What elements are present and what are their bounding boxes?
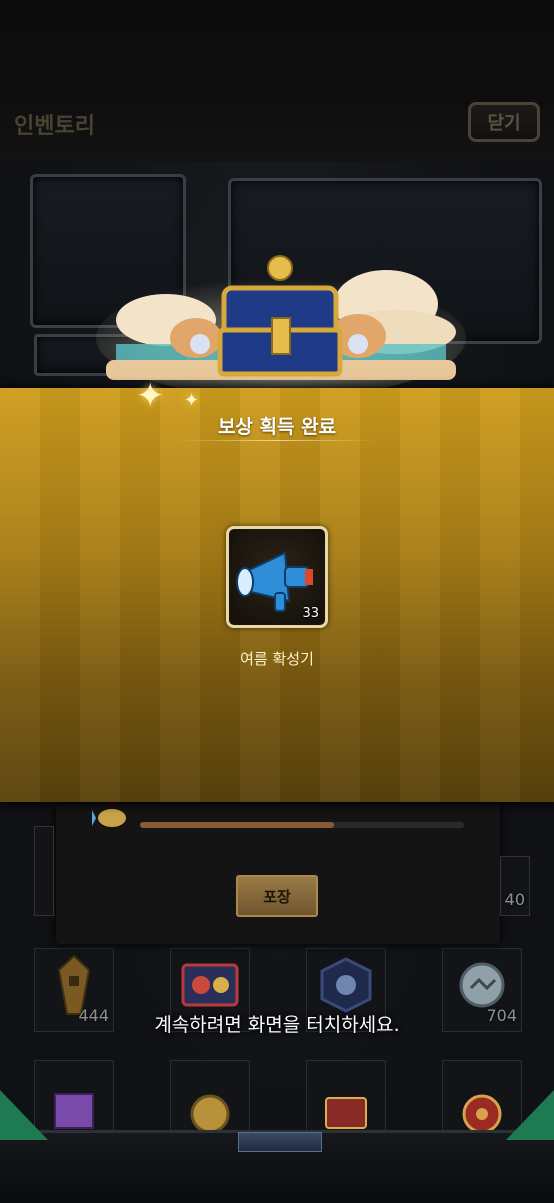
roulette-wheel-icon	[462, 1094, 502, 1133]
title-divider	[176, 440, 378, 441]
silver-coin-icon	[459, 962, 505, 1008]
reward-item-name: 여름 확성기	[240, 650, 314, 668]
book-icon	[54, 1093, 94, 1130]
reward-item-count: 33	[302, 606, 319, 621]
reward-title: 보상 획득 완료	[217, 416, 337, 438]
rune-badge-icon	[320, 957, 372, 1013]
fish-icon	[92, 809, 126, 827]
treasure-chest-icon	[96, 255, 466, 388]
reward-item-slot[interactable]: 33	[226, 526, 328, 628]
corner-gem-right	[506, 1090, 554, 1140]
pack-progress-bar	[140, 822, 464, 828]
pack-button[interactable]: 포장	[236, 875, 318, 917]
corner-gem-left	[0, 1090, 48, 1140]
inventory-slot-edge	[34, 826, 54, 916]
sparkle-icon: ✦	[184, 390, 200, 411]
pack-progress-fill	[140, 822, 335, 828]
gold-coin-icon	[190, 1094, 230, 1133]
item-count: 40	[504, 890, 525, 909]
red-card-icon	[325, 1097, 367, 1130]
sparkle-icon: ✦	[136, 376, 165, 416]
inventory-slot[interactable]: 40	[500, 856, 530, 916]
continue-prompt[interactable]: 계속하려면 화면을 터치하세요.	[0, 1010, 554, 1037]
close-button[interactable]: 닫기	[468, 102, 540, 142]
card-pack-icon	[181, 963, 239, 1007]
page-title: 인벤토리	[14, 114, 95, 139]
rail-plate	[238, 1132, 322, 1152]
